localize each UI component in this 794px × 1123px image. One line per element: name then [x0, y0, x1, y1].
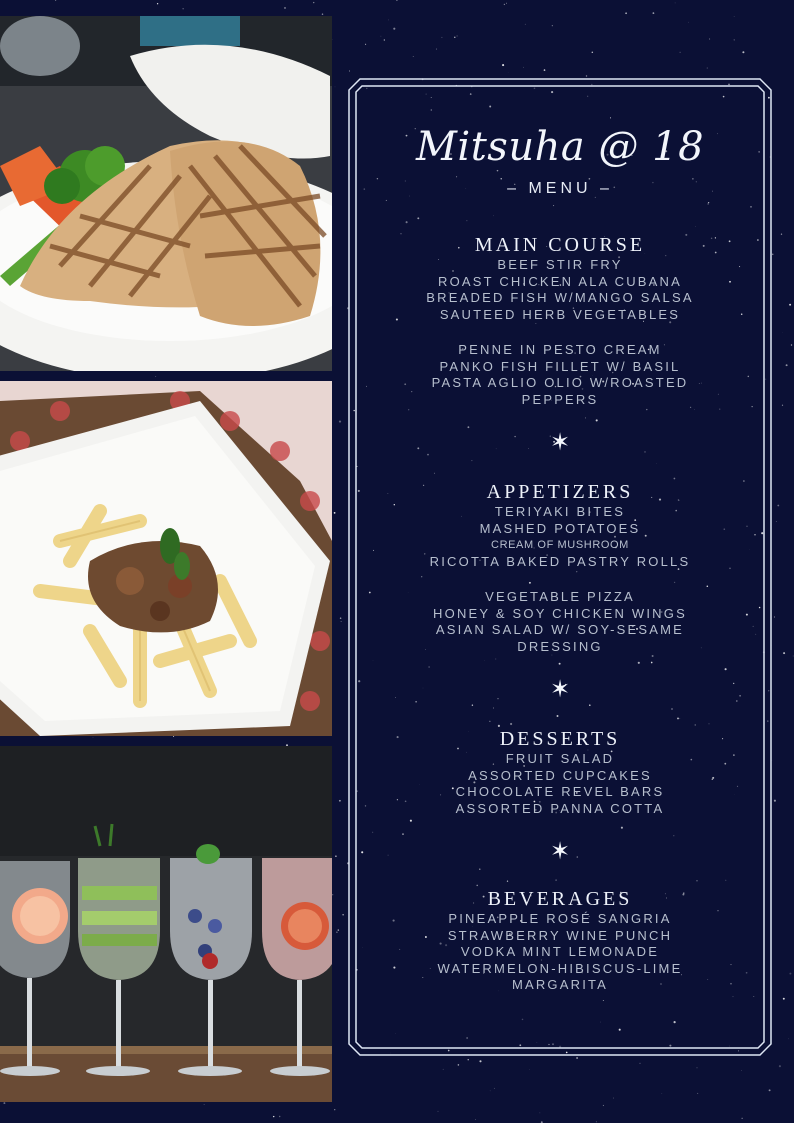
menu-subtitle: – MENU –: [507, 180, 613, 197]
menu-item: WATERMELON-HIBISCUS-LIME: [437, 960, 683, 976]
menu-item: STRAWBERRY WINE PUNCH: [447, 927, 673, 943]
menu-item: PASTA AGLIO OLIO W/ROASTED: [431, 375, 689, 390]
menu-item: SAUTEED HERB VEGETABLES: [439, 306, 681, 322]
menu-title: Mitsuha @ 18: [415, 124, 705, 170]
menu-item: MASHED POTATOES: [479, 520, 641, 536]
menu-item: ASSORTED CUPCAKES: [468, 767, 652, 783]
menu-item: HONEY & SOY CHICKEN WINGS: [433, 605, 687, 621]
menu-item: PENNE IN PESTO CREAM: [458, 342, 662, 357]
section-main-course: MAIN COURSE BEEF STIR FRY ROAST CHICKEN …: [358, 233, 762, 408]
menu-item: PANKO FISH FILLET W/ BASIL: [439, 358, 681, 374]
menu-item: FRUIT SALAD: [505, 751, 615, 766]
menu-item: ASIAN SALAD W/ SOY-SESAME: [435, 622, 685, 637]
menu-item: RICOTTA BAKED PASTRY ROLLS: [429, 553, 691, 569]
star-icon: ✶: [549, 675, 571, 703]
menu-item: PEPPERS: [521, 391, 599, 407]
menu-content: Mitsuha @ 18 – MENU – MAIN COURSE BEEF S…: [358, 120, 762, 994]
star-icon: ✶: [549, 428, 571, 456]
star-icon: ✶: [549, 837, 571, 865]
menu-item: PINEAPPLE ROSÉ SANGRIA: [448, 911, 672, 926]
menu-item: VEGETABLE PIZZA: [485, 589, 635, 604]
menu-item: ASSORTED PANNA COTTA: [455, 800, 665, 816]
menu-item: BEEF STIR FRY: [497, 257, 623, 272]
menu-item: TERIYAKI BITES: [494, 504, 626, 519]
penne-pasta-photo: [0, 381, 332, 736]
section-appetizers: APPETIZERS TERIYAKI BITES MASHED POTATOE…: [358, 480, 762, 655]
section-desserts: DESSERTS FRUIT SALAD ASSORTED CUPCAKES C…: [358, 727, 762, 817]
menu-item: MARGARITA: [511, 977, 609, 992]
menu-item: CREAM OF MUSHROOM: [491, 539, 629, 551]
menu-item: VODKA MINT LEMONADE: [460, 944, 660, 959]
menu-item: DRESSING: [517, 638, 603, 654]
grilled-chicken-photo: [0, 16, 332, 371]
section-title: MAIN COURSE: [474, 234, 646, 256]
section-title: APPETIZERS: [486, 481, 634, 503]
menu-item: ROAST CHICKEN ALA CUBANA: [437, 273, 682, 289]
cocktail-glasses-photo: [0, 746, 332, 1102]
section-title: DESSERTS: [499, 728, 621, 750]
section-title: BEVERAGES: [487, 888, 633, 910]
menu-item: BREADED FISH W/MANGO SALSA: [426, 290, 694, 305]
menu-item: CHOCOLATE REVEL BARS: [455, 784, 665, 799]
section-beverages: BEVERAGES PINEAPPLE ROSÉ SANGRIA STRAWBE…: [358, 887, 762, 994]
